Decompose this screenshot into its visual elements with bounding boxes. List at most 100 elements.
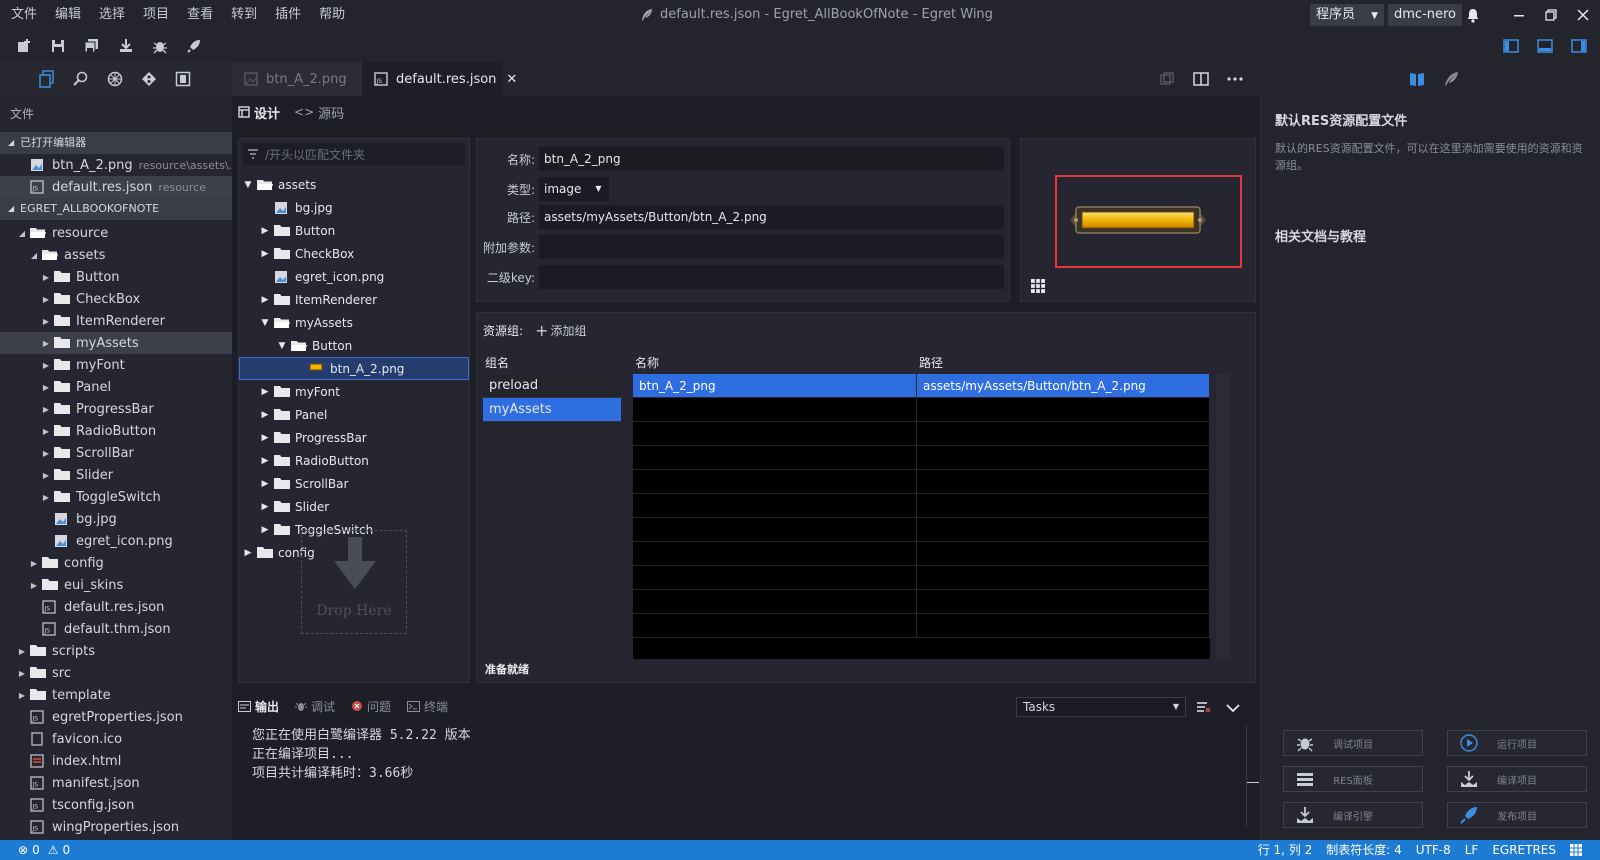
tree-item[interactable]: favicon.ico [0, 728, 232, 750]
tree-item[interactable]: JS manifest.json [0, 772, 232, 794]
problems-tab[interactable]: 问题 [351, 698, 391, 715]
docs-title[interactable]: 相关文档与教程 [1275, 226, 1366, 245]
clear-output-icon[interactable] [1197, 701, 1211, 714]
tree-item[interactable]: ▶ RadioButton [0, 420, 232, 442]
empty-cell[interactable] [917, 590, 1210, 614]
params-field[interactable] [539, 235, 1004, 259]
empty-cell[interactable] [633, 470, 917, 494]
tree-item[interactable]: ▶ myAssets [0, 332, 232, 354]
tab-size[interactable]: 制表符长度: 4 [1326, 840, 1402, 860]
empty-cell[interactable] [917, 470, 1210, 494]
empty-cell[interactable] [633, 614, 917, 638]
tree-item[interactable]: ▶ Slider [0, 464, 232, 486]
resource-tree-item[interactable]: btn_A_2.png [239, 357, 469, 380]
new-project-icon[interactable] [7, 30, 41, 62]
source-view-button[interactable]: <> 源码 [294, 103, 344, 122]
group-row[interactable]: preload [483, 374, 621, 398]
tree-item[interactable]: ▶ ToggleSwitch [0, 486, 232, 508]
add-group-button[interactable]: + 添加组 [535, 321, 586, 340]
tree-item[interactable]: ▶ Panel [0, 376, 232, 398]
language-mode[interactable]: EGRETRES [1492, 840, 1556, 860]
tree-item[interactable]: ▶ myFont [0, 354, 232, 376]
tree-item[interactable]: index.html [0, 750, 232, 772]
tree-item[interactable]: ▶ Button [0, 266, 232, 288]
empty-cell[interactable] [917, 494, 1210, 518]
user-button[interactable]: dmc-nero [1388, 4, 1463, 26]
debug-tab[interactable]: 调试 [295, 698, 335, 715]
type-select[interactable]: image ▼ [539, 177, 609, 201]
resource-path-cell[interactable]: assets/myAssets/Button/btn_A_2.png [917, 374, 1210, 398]
tree-item[interactable]: ▶ ScrollBar [0, 442, 232, 464]
resource-tree-item[interactable]: ▶ CheckBox [239, 242, 469, 265]
empty-cell[interactable] [917, 614, 1210, 638]
save-all-icon[interactable] [75, 30, 109, 62]
menu-item[interactable]: 编辑 [44, 0, 88, 30]
extensions-icon[interactable] [98, 62, 132, 96]
grid-view-icon[interactable] [1031, 279, 1045, 293]
resource-tree-item[interactable]: ▶ ScrollBar [239, 472, 469, 495]
tree-item[interactable]: ◢ resource [0, 222, 232, 244]
role-dropdown[interactable]: 程序员 ▼ [1310, 4, 1385, 26]
resource-tree-item[interactable]: ▼ Button [239, 334, 469, 357]
menu-item[interactable]: 项目 [132, 0, 176, 30]
empty-cell[interactable] [917, 518, 1210, 542]
publish-rocket-icon[interactable] [177, 30, 211, 62]
resource-tree-item[interactable]: bg.jpg [239, 196, 469, 219]
tab-btn-a-2-png[interactable]: btn_A_2.png [232, 62, 362, 96]
publish-project-button[interactable]: 发布项目 [1447, 802, 1587, 828]
subkey-field[interactable] [539, 265, 1004, 289]
feather-icon[interactable] [1434, 62, 1468, 96]
run-project-button[interactable]: 运行项目 [1447, 730, 1587, 756]
drop-zone[interactable]: Drop Here [301, 530, 407, 634]
open-editors-header[interactable]: ◢ 已打开编辑器 [0, 132, 232, 154]
menu-item[interactable]: 查看 [176, 0, 220, 30]
res-panel-button[interactable]: RES面板 [1283, 766, 1423, 792]
menu-item[interactable]: 插件 [264, 0, 308, 30]
resource-tree-item[interactable]: ▶ RadioButton [239, 449, 469, 472]
download-icon[interactable] [109, 30, 143, 62]
tree-item[interactable]: JS tsconfig.json [0, 794, 232, 816]
tree-item[interactable]: ▶ ItemRenderer [0, 310, 232, 332]
more-actions-icon[interactable] [1218, 63, 1252, 95]
toggle-right-panel-icon[interactable] [1562, 30, 1596, 62]
docs-book-icon[interactable] [1400, 62, 1434, 96]
menu-item[interactable]: 转到 [220, 0, 264, 30]
project-header[interactable]: ◢ EGRET_ALLBOOKOFNOTE [0, 198, 232, 220]
save-icon[interactable] [41, 30, 75, 62]
file-filter[interactable]: /开头以匹配文件夹 [243, 143, 465, 165]
empty-cell[interactable] [917, 422, 1210, 446]
tree-item[interactable]: ▶ template [0, 684, 232, 706]
open-editor-item[interactable]: JS default.res.json resource [0, 176, 232, 198]
line-ending[interactable]: LF [1465, 840, 1479, 860]
empty-cell[interactable] [633, 494, 917, 518]
resource-tree-item[interactable]: egret_icon.png [239, 265, 469, 288]
debug-panel-icon[interactable] [166, 62, 200, 96]
build-project-button[interactable]: 编译项目 [1447, 766, 1587, 792]
debug-project-button[interactable]: 调试项目 [1283, 730, 1423, 756]
resource-tree-item[interactable]: ▶ Button [239, 219, 469, 242]
empty-cell[interactable] [633, 446, 917, 470]
tree-item[interactable]: ▶ CheckBox [0, 288, 232, 310]
menu-item[interactable]: 选择 [88, 0, 132, 30]
menu-item[interactable]: 帮助 [308, 0, 352, 30]
tasks-dropdown[interactable]: Tasks ▼ [1016, 697, 1186, 717]
encoding[interactable]: UTF-8 [1416, 840, 1451, 860]
problems-status[interactable]: ⊗ 0 ⚠ 0 [18, 840, 70, 860]
empty-cell[interactable] [633, 542, 917, 566]
tree-item[interactable]: ▶ scripts [0, 640, 232, 662]
resource-name-header[interactable]: 名称 [629, 352, 913, 374]
output-tab[interactable]: 输出 [238, 698, 279, 715]
resource-tree-item[interactable]: ▼ assets [239, 173, 469, 196]
explorer-files-icon[interactable] [30, 62, 64, 96]
output-scrollbar[interactable] [1246, 726, 1259, 826]
resource-tree-item[interactable]: ▶ ItemRenderer [239, 288, 469, 311]
toggle-left-panel-icon[interactable] [1494, 30, 1528, 62]
empty-cell[interactable] [917, 566, 1210, 590]
empty-cell[interactable] [633, 566, 917, 590]
notification-bell-icon[interactable] [1456, 0, 1490, 30]
design-view-button[interactable]: 设计 [238, 103, 280, 122]
close-window-icon[interactable] [1566, 0, 1600, 30]
empty-cell[interactable] [633, 398, 917, 422]
tree-item[interactable]: ▶ eui_skins [0, 574, 232, 596]
cursor-position[interactable]: 行 1, 列 2 [1258, 840, 1313, 860]
